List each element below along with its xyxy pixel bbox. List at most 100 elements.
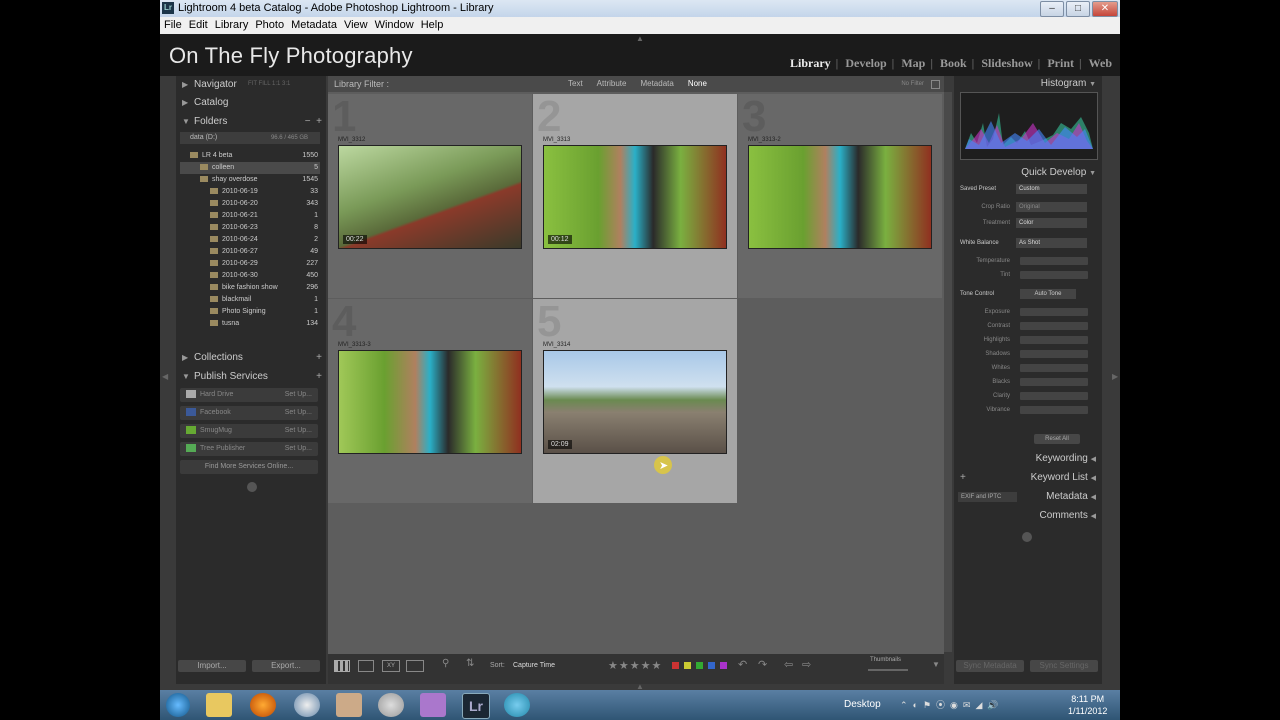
filter-tab-metadata[interactable]: Metadata	[640, 79, 673, 88]
spray-can-icon[interactable]: ⚲	[442, 658, 449, 669]
qd-adjust-buttons[interactable]	[1020, 378, 1088, 386]
qd-adjust-buttons[interactable]	[1020, 336, 1088, 344]
menu-photo[interactable]: Photo	[255, 19, 284, 31]
left-panel-toggle-icon[interactable]: ◀	[162, 372, 168, 381]
folder-row[interactable]: Photo Signing 1	[180, 306, 320, 318]
folders-header[interactable]: ▼ Folders − +	[176, 113, 326, 130]
folder-row[interactable]: 2010-06-29 227	[180, 258, 320, 270]
sync-metadata-button[interactable]: Sync Metadata	[956, 660, 1024, 672]
folder-row[interactable]: 2010-06-24 2	[180, 234, 320, 246]
explorer-icon[interactable]	[206, 693, 232, 717]
publish-service-row[interactable]: Facebook Set Up...	[180, 406, 318, 420]
navigator-zoom-options[interactable]: FIT FILL 1:1 3:1	[248, 76, 290, 93]
module-map[interactable]: Map	[901, 56, 925, 70]
menu-file[interactable]: File	[164, 19, 182, 31]
folder-row[interactable]: tusna 134	[180, 318, 320, 330]
thumbnail-image[interactable]	[338, 350, 522, 454]
qd-adjust-buttons[interactable]	[1020, 392, 1088, 400]
compare-view-icon[interactable]: XY	[382, 660, 400, 672]
qd-adjust-buttons[interactable]	[1020, 257, 1088, 265]
folder-row[interactable]: 2010-06-20 343	[180, 198, 320, 210]
thumbnail-image[interactable]: 00:12	[543, 145, 727, 249]
add-publish-service-icon[interactable]: +	[316, 368, 322, 385]
set-up-link[interactable]: Set Up...	[285, 406, 312, 420]
qd-adjust-buttons[interactable]	[1020, 364, 1088, 372]
auto-tone-button[interactable]: Auto Tone	[1020, 289, 1076, 299]
thumbnail-size-slider[interactable]	[868, 669, 908, 671]
filter-tab-text[interactable]: Text	[568, 79, 583, 88]
color-label-swatch[interactable]	[684, 662, 691, 669]
grid-cell[interactable]: 3 MVI_3313-2	[738, 92, 942, 298]
menu-window[interactable]: Window	[375, 19, 414, 31]
minimize-icon[interactable]: –	[1040, 1, 1064, 17]
folder-row[interactable]: LR 4 beta 1550	[180, 150, 320, 162]
saved-preset-dropdown[interactable]: Custom	[1016, 184, 1087, 194]
grid-scrollbar[interactable]	[944, 92, 952, 652]
color-label-swatch[interactable]	[696, 662, 703, 669]
rotate-left-icon[interactable]: ↶	[738, 658, 747, 671]
keyword-list-header[interactable]: Keyword List ◀	[1031, 472, 1096, 483]
lightroom-taskbar-icon[interactable]: Lr	[462, 693, 490, 719]
system-tray-icons[interactable]: ⌃◐⚑⦿◉✉◢🔊	[900, 698, 1004, 711]
catalog-header[interactable]: ▶ Catalog	[176, 94, 326, 111]
quick-develop-header[interactable]: Quick Develop ▼	[1021, 167, 1096, 178]
start-button-icon[interactable]	[166, 693, 190, 717]
qd-adjust-buttons[interactable]	[1020, 308, 1088, 316]
white-balance-dropdown[interactable]: As Shot	[1016, 238, 1087, 248]
color-label-swatch[interactable]	[672, 662, 679, 669]
navigator-header[interactable]: ▶ Navigator FIT FILL 1:1 3:1	[176, 76, 326, 93]
loupe-view-icon[interactable]	[358, 660, 374, 672]
folder-row[interactable]: bike fashion show 296	[180, 282, 320, 294]
top-panel-toggle-icon[interactable]: ▲	[636, 34, 644, 43]
filter-lock-icon[interactable]	[931, 80, 940, 89]
folders-add-remove-icon[interactable]: − +	[305, 113, 322, 130]
clock[interactable]: 8:11 PM 1/11/2012	[1068, 693, 1107, 717]
rating-stars-icon[interactable]: ★★★★★	[608, 659, 662, 672]
crop-ratio-dropdown[interactable]: Original	[1016, 202, 1087, 212]
qd-adjust-buttons[interactable]	[1020, 271, 1088, 279]
module-develop[interactable]: Develop	[845, 56, 886, 70]
metadata-header[interactable]: Metadata ◀	[1046, 491, 1096, 502]
thumbnail-image[interactable]: 02:09	[543, 350, 727, 454]
import-button[interactable]: Import...	[178, 660, 246, 672]
folder-row[interactable]: blackmail 1	[180, 294, 320, 306]
set-up-link[interactable]: Set Up...	[285, 442, 312, 456]
thunderbird-icon[interactable]	[294, 693, 320, 717]
publish-service-row[interactable]: SmugMug Set Up...	[180, 424, 318, 438]
sort-direction-icon[interactable]: ⇅	[466, 658, 474, 669]
qd-adjust-buttons[interactable]	[1020, 350, 1088, 358]
folder-row[interactable]: 2010-06-30 450	[180, 270, 320, 282]
previous-photo-icon[interactable]: ⇦	[784, 658, 793, 671]
maximize-icon[interactable]: □	[1066, 1, 1090, 17]
folder-row[interactable]: 2010-06-27 49	[180, 246, 320, 258]
grid-cell[interactable]: 4 MVI_3313-3	[328, 297, 532, 503]
export-button[interactable]: Export...	[252, 660, 320, 672]
menu-view[interactable]: View	[344, 19, 368, 31]
thumbnail-image[interactable]	[748, 145, 932, 249]
audio-app-icon[interactable]	[336, 693, 362, 717]
comments-header[interactable]: Comments ◀	[1039, 510, 1096, 521]
publish-service-row[interactable]: Tree Publisher Set Up...	[180, 442, 318, 456]
folder-row[interactable]: shay overdose 1545	[180, 174, 320, 186]
color-label-swatch[interactable]	[720, 662, 727, 669]
volume-bar[interactable]: data (D:) 96.6 / 465 GB	[180, 132, 320, 144]
collections-header[interactable]: ▶ Collections +	[176, 349, 326, 366]
grid-cell[interactable]: 2 MVI_3313 00:12	[533, 92, 737, 298]
disc-app-icon[interactable]	[378, 693, 404, 717]
module-print[interactable]: Print	[1047, 56, 1074, 70]
set-up-link[interactable]: Set Up...	[285, 388, 312, 402]
menu-edit[interactable]: Edit	[189, 19, 208, 31]
qd-adjust-buttons[interactable]	[1020, 406, 1088, 414]
filter-tab-attribute[interactable]: Attribute	[597, 79, 627, 88]
treatment-dropdown[interactable]: Color	[1016, 218, 1087, 228]
reset-all-button[interactable]: Reset All	[1034, 434, 1080, 444]
paint-app-icon[interactable]	[420, 693, 446, 717]
grid-cell[interactable]: 5 MVI_3314 02:09	[533, 297, 737, 503]
menu-metadata[interactable]: Metadata	[291, 19, 337, 31]
find-more-services-button[interactable]: Find More Services Online...	[180, 460, 318, 474]
module-book[interactable]: Book	[940, 56, 967, 70]
grid-cell[interactable]: 1 MVI_3312 00:22	[328, 92, 532, 298]
desktop-toolbar[interactable]: Desktop	[844, 699, 881, 710]
grid-view-icon[interactable]	[334, 660, 350, 672]
folder-row[interactable]: colleen 5	[180, 162, 320, 174]
